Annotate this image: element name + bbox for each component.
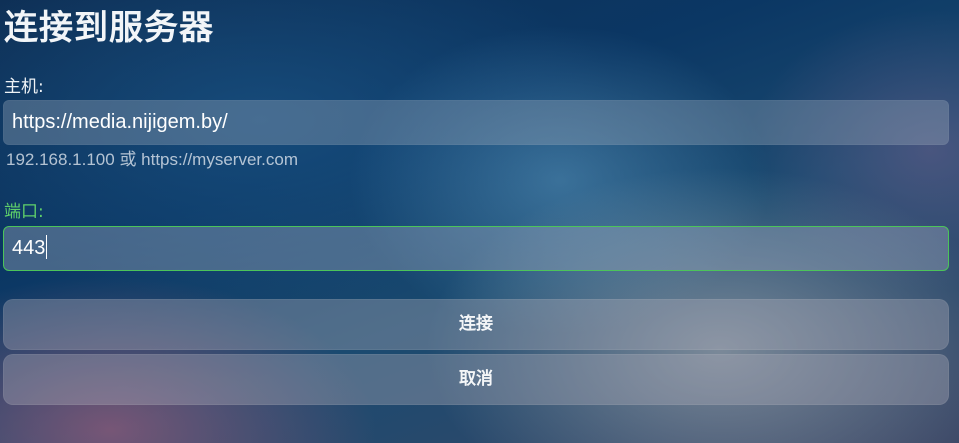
host-input-value: https://media.nijigem.by/ [12,111,228,133]
port-input[interactable]: 443 [3,226,949,271]
connect-server-dialog: 连接到服务器 主机: https://media.nijigem.by/ 192… [0,0,959,443]
port-input-value: 443 [12,237,46,259]
port-label: 端口: [4,202,44,222]
dialog-title: 连接到服务器 [4,8,214,48]
cancel-button[interactable]: 取消 [3,354,949,405]
host-input[interactable]: https://media.nijigem.by/ [3,100,949,145]
text-cursor [46,234,48,259]
host-label: 主机: [4,77,44,97]
host-hint: 192.168.1.100 或 https://myserver.com [6,150,298,169]
connect-button[interactable]: 连接 [3,299,949,350]
